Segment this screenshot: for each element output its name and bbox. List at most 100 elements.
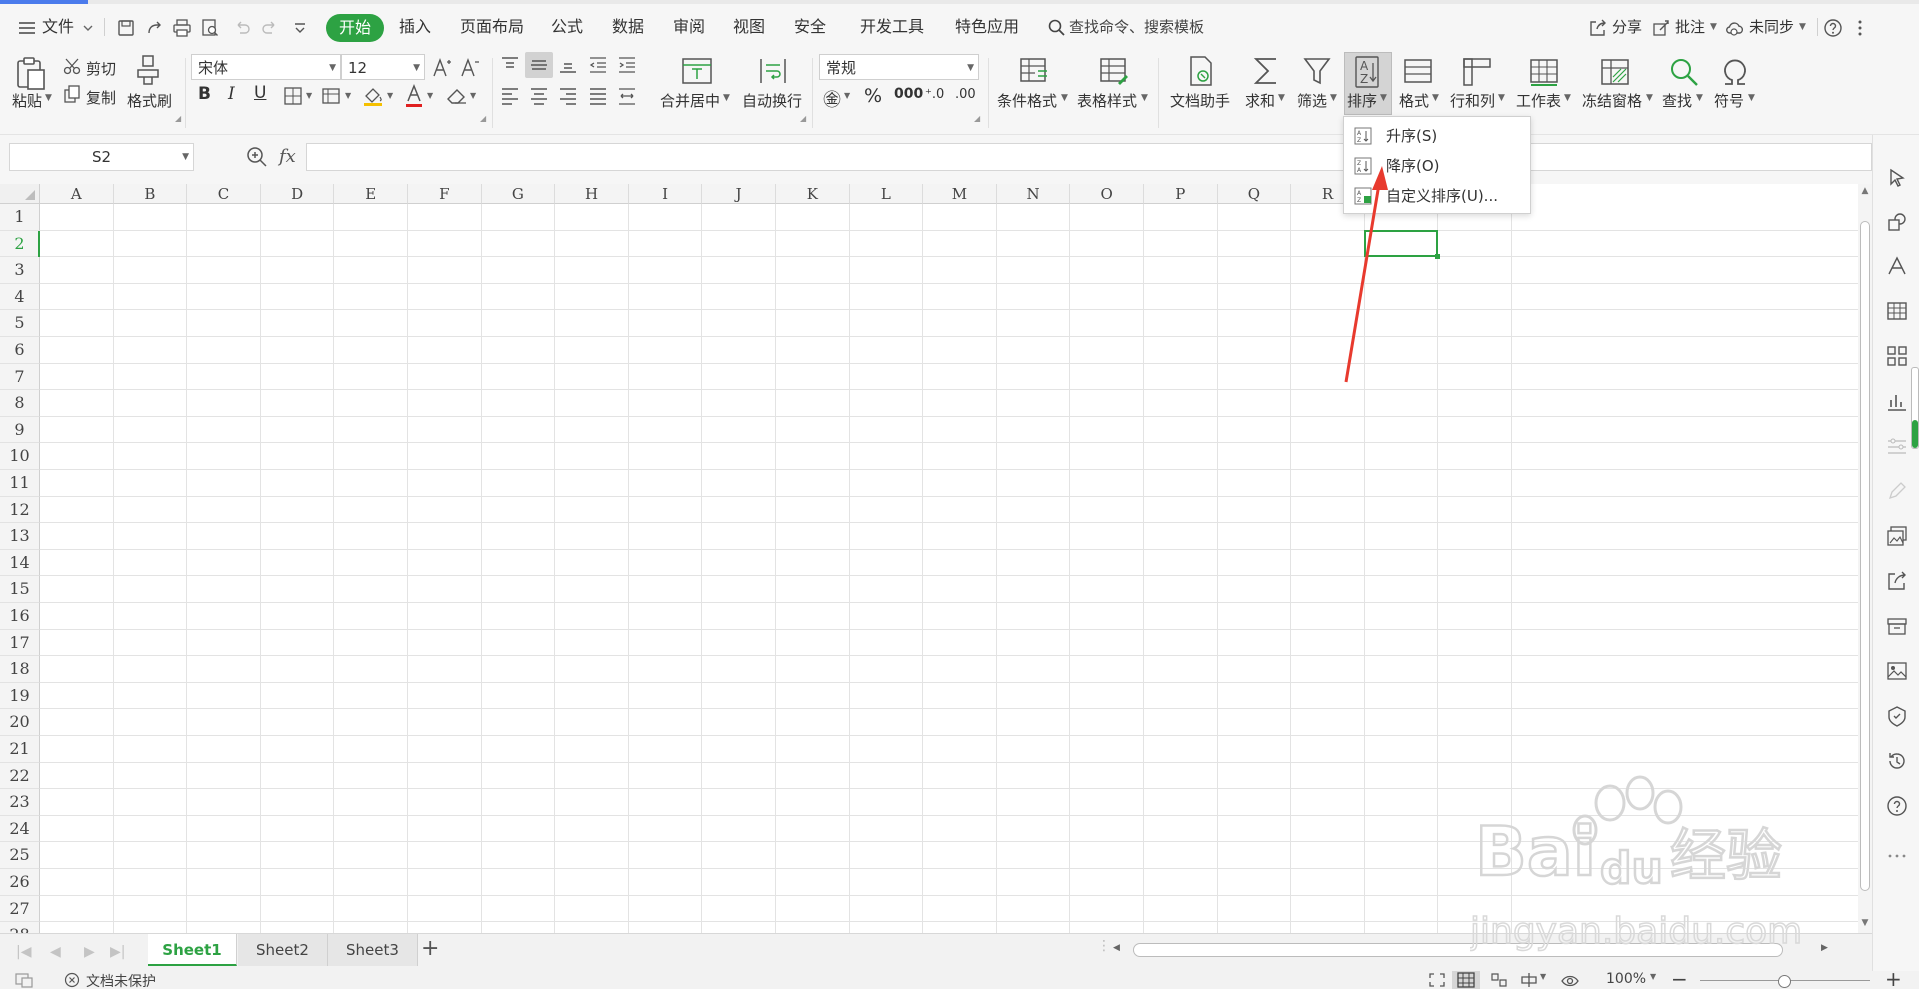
- conditional-format-dropdown-icon[interactable]: ▼: [1061, 93, 1068, 103]
- status-monitor-icon[interactable]: [14, 972, 34, 988]
- column-header[interactable]: B: [113, 184, 188, 204]
- tab-data[interactable]: 数据: [612, 4, 644, 50]
- sort-dropdown-icon[interactable]: ▼: [1380, 93, 1387, 103]
- scroll-right-arrow[interactable]: ▶: [1821, 943, 1828, 953]
- row-header[interactable]: 26: [0, 869, 40, 896]
- zoom-slider-handle[interactable]: [1778, 975, 1791, 988]
- formula-input[interactable]: [306, 143, 1872, 171]
- row-header[interactable]: 7: [0, 363, 40, 391]
- wrap-text-icon[interactable]: [757, 55, 789, 87]
- archive-icon[interactable]: [1886, 615, 1908, 637]
- table-style-dropdown-icon[interactable]: ▼: [1141, 93, 1148, 103]
- image-icon[interactable]: [1886, 660, 1908, 682]
- symbol-button[interactable]: 符号: [1714, 90, 1744, 111]
- column-header[interactable]: P: [1144, 184, 1218, 204]
- format-painter-button[interactable]: 格式刷: [127, 90, 172, 111]
- copy-button[interactable]: 复制: [86, 87, 116, 108]
- paste-dropdown-icon[interactable]: ▼: [45, 93, 52, 103]
- row-header[interactable]: 13: [0, 523, 40, 550]
- row-header[interactable]: 5: [0, 310, 40, 337]
- print-icon[interactable]: [172, 18, 192, 38]
- side-more-icon[interactable]: [1886, 845, 1908, 867]
- fill-color-icon[interactable]: [362, 85, 384, 107]
- paste-icon[interactable]: [14, 55, 48, 91]
- hamburger-icon[interactable]: [17, 18, 37, 38]
- sheet-tab-sheet3[interactable]: Sheet3: [328, 934, 418, 966]
- sort-icon[interactable]: AZ: [1352, 55, 1384, 89]
- column-header[interactable]: D: [260, 184, 335, 204]
- decrease-indent-icon[interactable]: [588, 56, 608, 74]
- sum-dropdown-icon[interactable]: ▼: [1278, 93, 1285, 103]
- file-menu[interactable]: 文件: [42, 4, 74, 50]
- row-header[interactable]: 11: [0, 470, 40, 497]
- conditional-format-icon[interactable]: [1018, 55, 1050, 87]
- more-options-icon[interactable]: [1855, 18, 1865, 38]
- scissors-icon[interactable]: [63, 57, 81, 75]
- freeze-panes-icon[interactable]: [1599, 56, 1631, 88]
- conditional-format-button[interactable]: 条件格式: [997, 90, 1057, 111]
- row-header[interactable]: 4: [0, 283, 40, 311]
- table-style-button[interactable]: 表格样式: [1077, 90, 1137, 111]
- symbol-dropdown-icon[interactable]: ▼: [1748, 93, 1755, 103]
- font-name-select[interactable]: 宋体 ▼: [191, 54, 341, 80]
- column-header[interactable]: L: [849, 184, 924, 204]
- find-icon[interactable]: [1668, 56, 1700, 88]
- tab-insert[interactable]: 插入: [399, 4, 431, 50]
- freeze-panes-button[interactable]: 冻结窗格: [1582, 90, 1642, 111]
- align-bottom-icon[interactable]: [558, 56, 578, 74]
- column-header[interactable]: I: [628, 184, 703, 204]
- font-size-select[interactable]: 12 ▼: [341, 54, 425, 80]
- table-style-icon[interactable]: [1098, 55, 1130, 87]
- merge-dropdown-icon[interactable]: ▼: [723, 93, 730, 103]
- decrease-decimal-icon[interactable]: .00: [955, 87, 976, 102]
- row-header[interactable]: 6: [0, 337, 40, 364]
- column-header[interactable]: G: [481, 184, 556, 204]
- scroll-left-arrow[interactable]: ◀: [1113, 943, 1120, 953]
- rows-cols-dropdown-icon[interactable]: ▼: [1498, 93, 1505, 103]
- sum-button[interactable]: 求和: [1245, 90, 1275, 111]
- tab-home[interactable]: 开始: [326, 14, 385, 42]
- cell-style-icon[interactable]: [322, 87, 342, 105]
- comment-button[interactable]: 批注: [1675, 4, 1705, 50]
- export-icon[interactable]: [144, 18, 164, 38]
- edit-disabled-icon[interactable]: [1886, 480, 1908, 502]
- row-header[interactable]: 2: [0, 230, 40, 258]
- column-header[interactable]: K: [776, 184, 850, 204]
- justify-icon[interactable]: [588, 87, 608, 105]
- vertical-scrollbar[interactable]: ▲ ▼: [1858, 184, 1872, 933]
- column-header[interactable]: O: [1070, 184, 1144, 204]
- eraser-icon[interactable]: [446, 86, 468, 106]
- fill-color-dropdown-icon[interactable]: ▼: [387, 91, 393, 100]
- undo-icon[interactable]: [232, 18, 252, 38]
- decrease-font-icon[interactable]: [460, 56, 480, 78]
- column-header[interactable]: C: [187, 184, 261, 204]
- side-help-icon[interactable]: [1886, 795, 1908, 817]
- tab-review[interactable]: 审阅: [673, 4, 705, 50]
- align-left-icon[interactable]: [500, 87, 520, 105]
- zoom-dropdown-icon[interactable]: ▼: [1650, 972, 1656, 981]
- row-header[interactable]: 15: [0, 576, 40, 603]
- first-sheet-icon[interactable]: |◀: [16, 944, 31, 960]
- select-all-corner[interactable]: [0, 184, 40, 204]
- underline-icon[interactable]: U: [254, 83, 266, 103]
- chart-icon[interactable]: [1886, 390, 1908, 412]
- tab-formulas[interactable]: 公式: [551, 4, 583, 50]
- vertical-scroll-thumb[interactable]: [1860, 221, 1870, 891]
- paste-button[interactable]: 粘贴: [12, 90, 42, 111]
- zoom-out-icon[interactable]: −: [1671, 967, 1688, 991]
- sort-button[interactable]: 排序: [1347, 90, 1377, 111]
- reading-mode-icon[interactable]: [1520, 972, 1538, 988]
- align-middle-icon[interactable]: [529, 56, 549, 74]
- tab-page-layout[interactable]: 页面布局: [460, 4, 524, 50]
- apps-grid-icon[interactable]: [1886, 345, 1908, 367]
- rows-cols-button[interactable]: 行和列: [1450, 90, 1495, 111]
- omega-symbol-icon[interactable]: [1719, 56, 1751, 88]
- normal-view-icon[interactable]: [1457, 972, 1475, 988]
- command-search[interactable]: 查找命令、搜索模板: [1069, 4, 1204, 50]
- number-format-select[interactable]: 常规 ▼: [819, 54, 979, 80]
- column-header[interactable]: F: [408, 184, 482, 204]
- percent-icon[interactable]: %: [864, 85, 882, 107]
- print-preview-icon[interactable]: [200, 18, 220, 38]
- cut-button[interactable]: 剪切: [86, 58, 116, 79]
- border-dropdown-icon[interactable]: ▼: [306, 91, 312, 100]
